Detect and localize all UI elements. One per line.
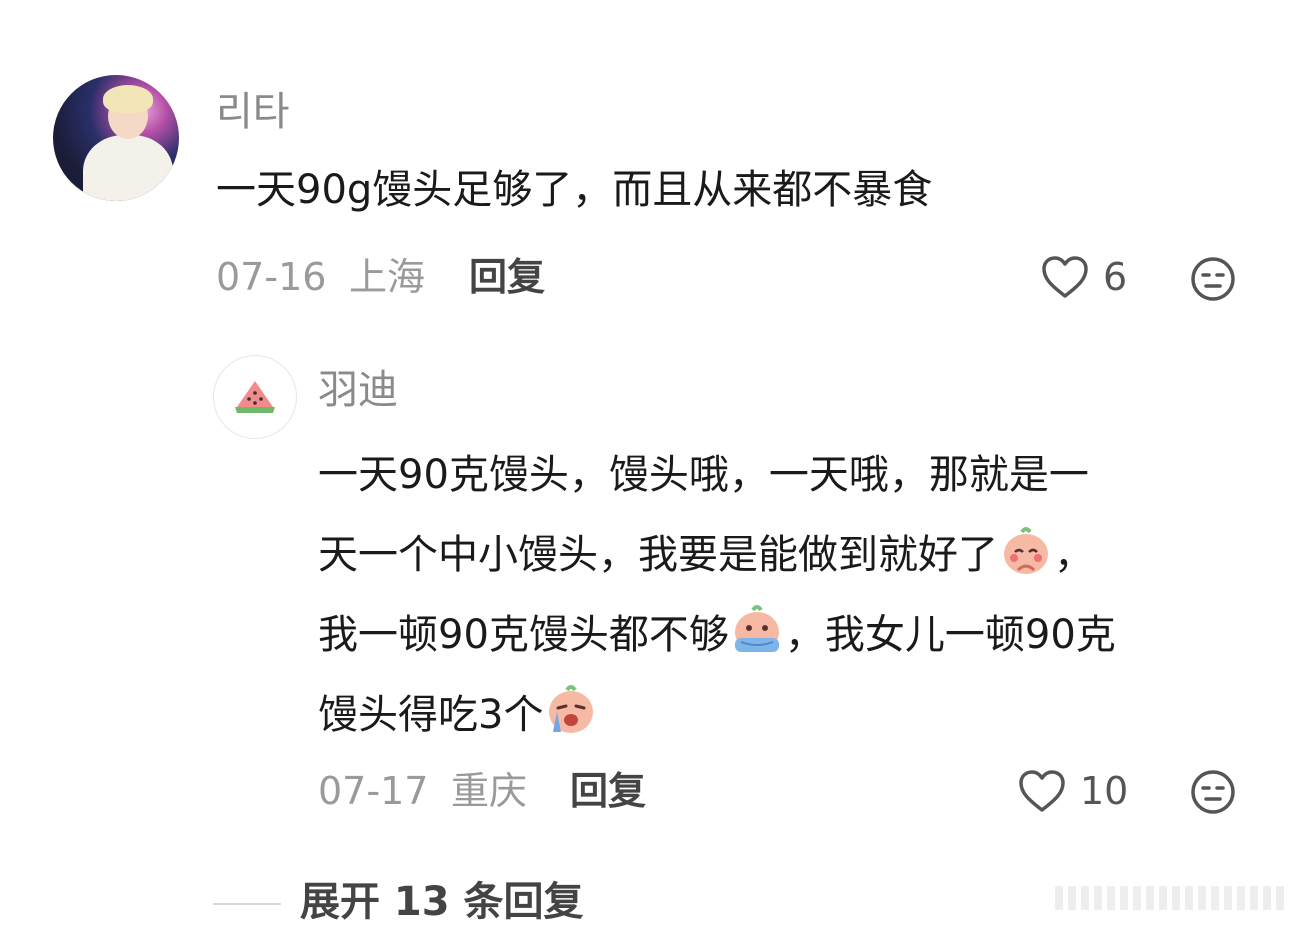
- avatar-hair-shape: [103, 85, 153, 113]
- watermelon-avatar[interactable]: [213, 355, 297, 439]
- heart-outline-icon[interactable]: [1017, 768, 1067, 814]
- commenter-username[interactable]: 리타: [216, 92, 290, 132]
- reply-reply-button[interactable]: 回复: [570, 772, 646, 810]
- neutral-face-icon[interactable]: [1189, 768, 1237, 816]
- avatar-body-shape: [83, 135, 173, 201]
- comment-text: 一天90g馒头足够了，而且从来都不暴食: [216, 167, 933, 213]
- comment-reply-button[interactable]: 回复: [469, 258, 545, 296]
- comment-location: 上海: [349, 255, 426, 299]
- reply-date: 07-17: [318, 769, 429, 813]
- comment-date: 07-16: [216, 255, 327, 299]
- reply-text-segment: ，我女儿一顿90克: [784, 612, 1116, 658]
- reply-location: 重庆: [451, 769, 528, 813]
- reply-text-line-1: 一天90克馒头，馒头哦，一天哦，那就是一: [318, 435, 1089, 515]
- reply-text-line-2: 天一个中小馒头，我要是能做到就好了 ，: [318, 515, 1094, 595]
- heart-outline-icon[interactable]: [1040, 254, 1090, 300]
- watermark-pattern: [1055, 886, 1284, 910]
- reply-text-segment: 我一顿90克馒头都不够: [318, 612, 729, 658]
- reply-text-segment: 天一个中小馒头，我要是能做到就好了: [318, 532, 998, 578]
- expand-replies-button[interactable]: 展开 13 条回复: [300, 882, 584, 922]
- comment-like-count: 6: [1103, 255, 1128, 299]
- reply-text-segment: 馒头得吃3个: [318, 692, 544, 738]
- commenter-avatar[interactable]: [53, 75, 179, 201]
- reply-text-segment: ，: [1054, 532, 1094, 578]
- reply-text-line-4: 馒头得吃3个: [318, 675, 599, 755]
- watermelon-icon: [235, 381, 275, 413]
- neutral-face-icon[interactable]: [1189, 255, 1237, 303]
- shy-emoji-icon: [1004, 527, 1048, 574]
- reply-text-line-3: 我一顿90克馒头都不够 ，我女儿一顿90克: [318, 595, 1116, 675]
- reply-username[interactable]: 羽迪: [318, 370, 398, 410]
- reply-like-count: 10: [1080, 769, 1129, 813]
- crying-emoji-icon: [734, 605, 779, 652]
- expand-divider: [213, 903, 281, 905]
- sobbing-emoji-icon: [549, 685, 594, 733]
- reply-text-segment: 一天90克馒头，馒头哦，一天哦，那就是一: [318, 452, 1089, 498]
